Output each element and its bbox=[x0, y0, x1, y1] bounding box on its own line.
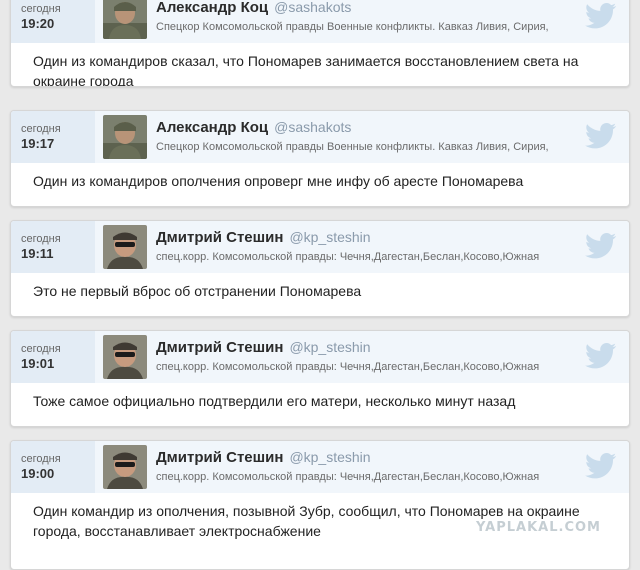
author-bio: Спецкор Комсомольской правды Военные кон… bbox=[156, 21, 549, 33]
author-name[interactable]: Дмитрий Стешин bbox=[156, 339, 283, 356]
author-bio: спец.корр. Комсомольской правды: Чечня,Д… bbox=[156, 361, 540, 373]
tweet-card: сегодня 19:17 Александр Коц @sashakots Сп… bbox=[10, 110, 630, 207]
author-line: Александр Коц @sashakots bbox=[156, 0, 351, 17]
tweet-text: Один из командиров ополчения опроверг мн… bbox=[33, 173, 524, 189]
author-bio: Спецкор Комсомольской правды Военные кон… bbox=[156, 141, 549, 153]
avatar[interactable] bbox=[103, 115, 147, 159]
tweet-header: сегодня 19:01 Дмитрий Стешин @kp_steshin … bbox=[11, 331, 629, 383]
twitter-bird-icon bbox=[585, 453, 617, 479]
author-name[interactable]: Александр Коц bbox=[156, 0, 268, 16]
author-handle[interactable]: @sashakots bbox=[274, 0, 351, 15]
avatar[interactable] bbox=[103, 0, 147, 39]
tweet-text: Тоже самое официально подтвердили его ма… bbox=[33, 393, 516, 409]
tweet-header: сегодня 19:11 Дмитрий Стешин @kp_steshin … bbox=[11, 221, 629, 273]
timestamp-day: сегодня bbox=[21, 453, 61, 465]
timestamp-block: сегодня 19:00 bbox=[11, 441, 95, 493]
author-handle[interactable]: @kp_steshin bbox=[289, 229, 370, 245]
timestamp-time: 19:00 bbox=[21, 466, 55, 481]
author-bio: спец.корр. Комсомольской правды: Чечня,Д… bbox=[156, 471, 540, 483]
twitter-bird-icon bbox=[585, 233, 617, 259]
avatar[interactable] bbox=[103, 225, 147, 269]
timestamp-time: 19:01 bbox=[21, 356, 55, 371]
timestamp-day: сегодня bbox=[21, 3, 61, 15]
timestamp-time: 19:17 bbox=[21, 136, 55, 151]
avatar[interactable] bbox=[103, 335, 147, 379]
timestamp-block: сегодня 19:20 bbox=[11, 0, 95, 43]
tweet-text: Один из командиров сказал, что Пономарев… bbox=[33, 53, 579, 87]
tweet-card: сегодня 19:11 Дмитрий Стешин @kp_steshin … bbox=[10, 220, 630, 317]
timestamp-time: 19:11 bbox=[21, 246, 54, 261]
timestamp-day: сегодня bbox=[21, 343, 61, 355]
tweet-text: Это не первый вброс об отстранении Поном… bbox=[33, 283, 362, 299]
tweet-header: сегодня 19:00 Дмитрий Стешин @kp_steshin … bbox=[11, 441, 629, 493]
tweet-header: сегодня 19:17 Александр Коц @sashakots Сп… bbox=[11, 111, 629, 163]
tweet-card: сегодня 19:01 Дмитрий Стешин @kp_steshin … bbox=[10, 330, 630, 427]
twitter-bird-icon bbox=[585, 123, 617, 149]
timestamp-block: сегодня 19:01 bbox=[11, 331, 95, 383]
author-name[interactable]: Дмитрий Стешин bbox=[156, 449, 283, 466]
timestamp-time: 19:20 bbox=[21, 16, 55, 31]
author-line: Александр Коц @sashakots bbox=[156, 118, 351, 137]
tweet-card: сегодня 19:00 Дмитрий Стешин @kp_steshin … bbox=[10, 440, 630, 570]
author-handle[interactable]: @kp_steshin bbox=[289, 339, 370, 355]
author-name[interactable]: Александр Коц bbox=[156, 119, 268, 136]
timestamp-day: сегодня bbox=[21, 233, 61, 245]
author-name[interactable]: Дмитрий Стешин bbox=[156, 229, 283, 246]
author-line: Дмитрий Стешин @kp_steshin bbox=[156, 228, 371, 247]
twitter-bird-icon bbox=[585, 343, 617, 369]
timestamp-block: сегодня 19:11 bbox=[11, 221, 95, 273]
author-handle[interactable]: @sashakots bbox=[274, 119, 351, 135]
twitter-bird-icon bbox=[585, 2, 617, 29]
author-line: Дмитрий Стешин @kp_steshin bbox=[156, 338, 371, 357]
timestamp-block: сегодня 19:17 bbox=[11, 111, 95, 163]
watermark: YAPLAKAL.COM bbox=[476, 520, 601, 535]
author-bio: спец.корр. Комсомольской правды: Чечня,Д… bbox=[156, 251, 540, 263]
tweet-feed: сегодня 19:20 Александр Коц @sashakots Сп… bbox=[0, 0, 640, 570]
timestamp-day: сегодня bbox=[21, 123, 61, 135]
tweet-card: сегодня 19:20 Александр Коц @sashakots Сп… bbox=[10, 0, 630, 87]
avatar[interactable] bbox=[103, 445, 147, 489]
author-handle[interactable]: @kp_steshin bbox=[289, 449, 370, 465]
tweet-header: сегодня 19:20 Александр Коц @sashakots Сп… bbox=[11, 0, 629, 43]
author-line: Дмитрий Стешин @kp_steshin bbox=[156, 448, 371, 467]
